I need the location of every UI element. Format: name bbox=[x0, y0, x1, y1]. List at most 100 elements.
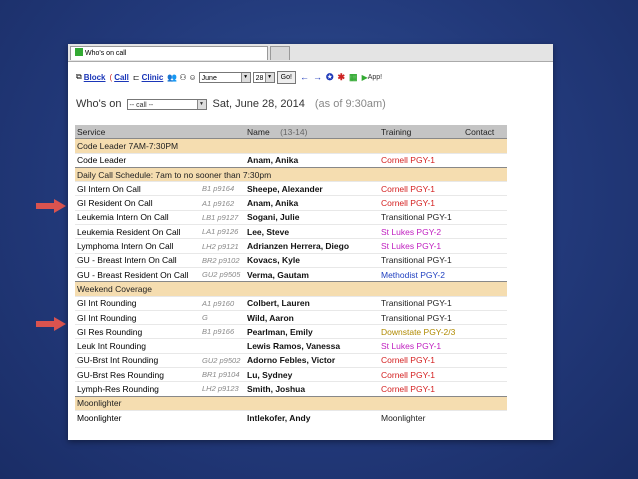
contact-cell bbox=[463, 152, 507, 168]
binoculars-icon[interactable]: ⚇ bbox=[179, 73, 186, 82]
service-cell: GU - Breast Intern On Call bbox=[75, 252, 200, 268]
pager-cell: LB1 p9127 bbox=[200, 209, 245, 225]
as-of-time: (as of 9:30am) bbox=[314, 98, 386, 110]
name-cell[interactable]: Anam, Anika bbox=[245, 195, 379, 211]
pager-cell: GU2 p9505 bbox=[200, 266, 245, 282]
col-training[interactable]: Training bbox=[379, 125, 463, 139]
pointer-arrow-icon bbox=[36, 199, 66, 213]
name-cell[interactable]: Lee, Steve bbox=[245, 224, 379, 239]
pager-cell: B1 p9164 bbox=[200, 181, 245, 196]
pager-cell: LA1 p9126 bbox=[200, 224, 245, 239]
section-title: Moonlighter bbox=[75, 395, 507, 411]
name-cell[interactable]: Lewis Ramos, Vanessa bbox=[245, 338, 379, 354]
col-service[interactable]: Service bbox=[75, 125, 200, 139]
name-cell[interactable]: Kovacs, Kyle bbox=[245, 252, 379, 268]
table-row: Leuk Int Rounding Lewis Ramos, Vanessa St … bbox=[75, 338, 507, 354]
training-cell: Moonlighter bbox=[379, 409, 463, 425]
pager-cell: A1 p9162 bbox=[200, 195, 245, 211]
pager-cell bbox=[200, 152, 245, 168]
training-cell: Transitional PGY-1 bbox=[379, 295, 463, 311]
name-cell[interactable]: Intlekofer, Andy bbox=[245, 409, 379, 425]
section-title: Weekend Coverage bbox=[75, 281, 507, 297]
table-row: GI Int Rounding G Wild, Aaron Transitional … bbox=[75, 309, 507, 325]
table-row: GU-Brst Res Rounding BR1 p9104 Lu, Sydney C… bbox=[75, 367, 507, 382]
name-cell[interactable]: Colbert, Lauren bbox=[245, 295, 379, 311]
table-row: Lymphoma Intern On Call LH2 p9121 Adrianze… bbox=[75, 238, 507, 254]
contact-cell bbox=[463, 309, 507, 325]
chevron-down-icon: ▼ bbox=[240, 72, 250, 82]
name-cell[interactable]: Wild, Aaron bbox=[245, 309, 379, 325]
training-cell: Cornell PGY-1 bbox=[379, 181, 463, 196]
call-type-select[interactable]: -- call -- ▼ bbox=[126, 98, 207, 110]
contact-cell bbox=[463, 224, 507, 239]
contact-cell bbox=[463, 295, 507, 311]
training-cell: Downstate PGY-2/3 bbox=[379, 324, 463, 339]
name-cell[interactable]: Smith, Joshua bbox=[245, 381, 379, 397]
table-row: GU - Breast Intern On Call BR2 p9102 Kovac… bbox=[75, 252, 507, 268]
pager-cell: BR1 p9104 bbox=[200, 367, 245, 382]
name-cell[interactable]: Sheepe, Alexander bbox=[245, 181, 379, 196]
contact-cell bbox=[463, 338, 507, 354]
pager-cell: G bbox=[200, 309, 245, 325]
section-header: Weekend Coverage bbox=[75, 281, 507, 297]
col-name[interactable]: Name (13-14) bbox=[245, 125, 379, 139]
block-icon: ⧉ bbox=[76, 72, 82, 81]
site-icon bbox=[75, 48, 83, 56]
section-header: Daily Call Schedule: 7am to no sooner th… bbox=[75, 166, 507, 182]
service-cell: GI Resident On Call bbox=[75, 195, 200, 211]
month-select[interactable]: June ▼ bbox=[198, 71, 251, 83]
table-row: GI Intern On Call B1 p9164 Sheepe, Alexand… bbox=[75, 181, 507, 196]
table-header: Service Name (13-14) Training Contact bbox=[75, 125, 507, 139]
chevron-down-icon: ▼ bbox=[196, 99, 206, 109]
clinic-icon: ⊏ bbox=[132, 72, 140, 82]
table-row: Lymph-Res Rounding LH2 p9123 Smith, Joshua… bbox=[75, 381, 507, 397]
training-cell: St Lukes PGY-2 bbox=[379, 224, 463, 239]
arrow-right-icon[interactable]: → bbox=[313, 72, 322, 82]
contact-cell bbox=[463, 181, 507, 196]
contact-cell bbox=[463, 266, 507, 282]
name-cell[interactable]: Sogani, Julie bbox=[245, 209, 379, 225]
smiley-icon[interactable]: ☺ bbox=[188, 73, 196, 82]
col-contact[interactable]: Contact bbox=[463, 125, 507, 139]
block-link[interactable]: Block bbox=[84, 73, 106, 82]
name-cell[interactable]: Adorno Febles, Victor bbox=[245, 352, 379, 368]
training-cell: Cornell PGY-1 bbox=[379, 367, 463, 382]
table-row: GI Res Rounding B1 p9166 Pearlman, Emily Do… bbox=[75, 324, 507, 339]
name-cell[interactable]: Lu, Sydney bbox=[245, 367, 379, 382]
service-cell: GU-Brst Res Rounding bbox=[75, 367, 200, 382]
contact-cell bbox=[463, 324, 507, 339]
contact-cell bbox=[463, 209, 507, 225]
clinic-link[interactable]: Clinic bbox=[142, 73, 164, 82]
service-cell: GI Int Rounding bbox=[75, 295, 200, 311]
star-icon[interactable]: ✱ bbox=[338, 72, 346, 83]
service-cell: Moonlighter bbox=[75, 409, 200, 425]
contact-cell bbox=[463, 352, 507, 368]
tab-title: Who's on call bbox=[85, 50, 127, 57]
grid-icon[interactable]: ▦ bbox=[349, 72, 358, 83]
app-link[interactable]: App! bbox=[368, 74, 382, 81]
contact-cell bbox=[463, 381, 507, 397]
service-cell: GU-Brst Int Rounding bbox=[75, 352, 200, 368]
name-cell[interactable]: Pearlman, Emily bbox=[245, 324, 379, 339]
call-link[interactable]: Call bbox=[114, 73, 129, 82]
training-cell: Transitional PGY-1 bbox=[379, 309, 463, 325]
pager-cell bbox=[200, 409, 245, 425]
target-icon[interactable]: ✪ bbox=[326, 72, 334, 83]
service-cell: GI Intern On Call bbox=[75, 181, 200, 196]
tab-whos-on-call[interactable]: Who's on call bbox=[70, 46, 268, 60]
users-icon[interactable]: 👥 bbox=[167, 73, 177, 82]
day-select[interactable]: 28 ▼ bbox=[252, 71, 275, 83]
pager-cell: GU2 p9502 bbox=[200, 352, 245, 368]
name-cell[interactable]: Verma, Gautam bbox=[245, 266, 379, 282]
pager-cell: LH2 p9121 bbox=[200, 238, 245, 254]
arrow-left-icon[interactable]: ← bbox=[300, 72, 309, 82]
pager-cell bbox=[200, 338, 245, 354]
table-row: GU-Brst Int Rounding GU2 p9502 Adorno Febl… bbox=[75, 352, 507, 368]
training-cell: Cornell PGY-1 bbox=[379, 352, 463, 368]
go-button[interactable]: Go! bbox=[276, 70, 296, 84]
name-cell[interactable]: Anam, Anika bbox=[245, 152, 379, 168]
new-tab[interactable] bbox=[270, 46, 290, 60]
name-cell[interactable]: Adrianzen Herrera, Diego bbox=[245, 238, 379, 254]
tab-bar: Who's on call bbox=[68, 44, 553, 62]
service-cell: Lymph-Res Rounding bbox=[75, 381, 200, 397]
